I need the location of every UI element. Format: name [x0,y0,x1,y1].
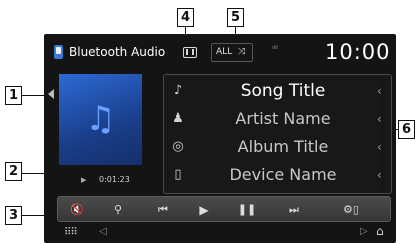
album-title: Album Title [237,137,329,156]
callout-2: 2 [5,162,22,181]
song-title: Song Title [240,81,326,101]
callout-5: 5 [227,8,244,27]
source-title[interactable]: Bluetooth Audio [69,43,165,61]
playing-time: 0:01:23 [99,175,130,184]
song-icon: ♪ [173,83,183,98]
shuffle-icon[interactable]: ⤨ [238,46,245,59]
signal-strength-icon: ılıl [272,45,278,51]
play-button[interactable]: ▶ [191,201,217,219]
repeat-all-icon[interactable]: ALL [216,46,232,59]
settings-button[interactable]: ⚙▯ [338,201,364,219]
artist-icon: ♟ [172,111,184,126]
forward-arrow-icon[interactable]: ▷ [360,226,368,238]
callout-6-bracket [382,76,383,193]
bluetooth-device-icon [183,47,197,58]
playback-mode-indicator[interactable]: ALL ⤨ [211,43,253,62]
callout-6: 6 [398,120,415,139]
artist-name: Artist Name [235,109,331,128]
device-icon: ▯ [174,167,182,182]
search-button[interactable]: ⚲ [105,201,131,219]
menu-grid-icon[interactable]: ⠿⠿ [64,228,78,238]
home-icon[interactable]: ⌂ [376,225,384,238]
callout-1: 1 [5,86,22,105]
bluetooth-phone-icon [54,45,63,59]
track-info-panel: ♪ Song Title ‹ ♟ Artist Name ‹ ◎ Album T… [163,74,392,194]
playback-control-bar: 🔇 ⚲ ⏮ ▶ ❚❚ ⏭ ⚙▯ [57,196,391,222]
device-button[interactable] [179,42,202,63]
track-info-row-artist[interactable]: ♟ Artist Name ‹ [164,106,393,132]
callout-4: 4 [177,8,194,27]
play-status-icon: ▶ [81,176,87,184]
album-art-toggle-arrow-icon[interactable] [48,89,54,99]
callout-3: 3 [5,206,22,225]
next-button[interactable]: ⏭ [281,201,307,219]
track-info-row-device[interactable]: ▯ Device Name ‹ [164,162,393,188]
pause-button[interactable]: ❚❚ [234,201,260,219]
previous-button[interactable]: ⏮ [150,201,176,219]
track-info-row-song[interactable]: ♪ Song Title ‹ [164,78,393,104]
device-name: Device Name [229,165,337,184]
back-arrow-icon[interactable]: ◁ [99,226,107,238]
head-unit-screen: Bluetooth Audio ALL ⤨ ılıl 10:00 ♫ ▶ 0:0… [44,34,396,243]
album-icon: ◎ [172,139,184,154]
mute-button[interactable]: 🔇 [64,201,90,219]
album-artwork[interactable]: ♫ [59,74,142,165]
music-note-icon: ♫ [85,99,116,139]
clock: 10:00 [325,40,391,64]
track-info-row-album[interactable]: ◎ Album Title ‹ [164,134,393,160]
